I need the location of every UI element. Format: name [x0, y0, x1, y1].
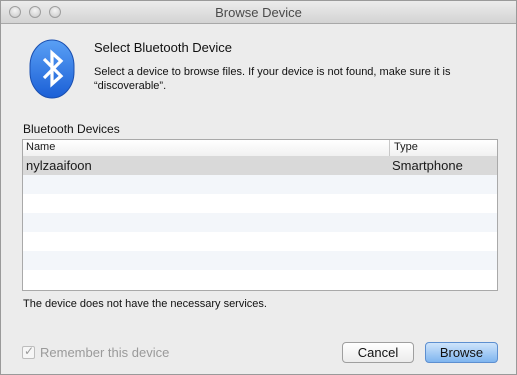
empty-row — [23, 270, 497, 289]
table-row[interactable]: nylzaaifoon Smartphone — [23, 156, 497, 175]
window-title: Browse Device — [215, 5, 302, 20]
devices-section-label: Bluetooth Devices — [23, 122, 120, 136]
remember-label: Remember this device — [40, 345, 170, 360]
checkbox-box[interactable]: ✓ — [22, 344, 35, 359]
dialog-heading: Select Bluetooth Device — [94, 40, 233, 55]
column-header-name[interactable]: Name — [26, 141, 55, 153]
device-type-cell: Smartphone — [392, 158, 463, 173]
empty-row — [23, 213, 497, 232]
bluetooth-icon — [28, 39, 76, 99]
device-name-cell: nylzaaifoon — [26, 158, 92, 173]
table-rows: nylzaaifoon Smartphone — [23, 156, 497, 289]
status-message: The device does not have the necessary s… — [23, 298, 267, 310]
browse-button[interactable]: Browse — [425, 342, 498, 363]
devices-table[interactable]: Name Type nylzaaifoon Smartphone — [22, 139, 498, 291]
empty-row — [23, 194, 497, 213]
cancel-button[interactable]: Cancel — [342, 342, 414, 363]
browse-device-window: Browse Device Select Bluetooth Device Se… — [0, 0, 517, 375]
remember-device-checkbox[interactable]: ✓ Remember this device — [22, 344, 170, 360]
empty-row — [23, 232, 497, 251]
column-divider[interactable] — [389, 140, 390, 156]
empty-row — [23, 175, 497, 194]
checkmark-icon: ✓ — [24, 344, 35, 358]
table-header: Name Type — [23, 140, 497, 157]
column-header-type[interactable]: Type — [394, 141, 418, 153]
title-bar: Browse Device — [1, 1, 516, 24]
dialog-description: Select a device to browse files. If your… — [94, 66, 451, 92]
empty-row — [23, 251, 497, 270]
